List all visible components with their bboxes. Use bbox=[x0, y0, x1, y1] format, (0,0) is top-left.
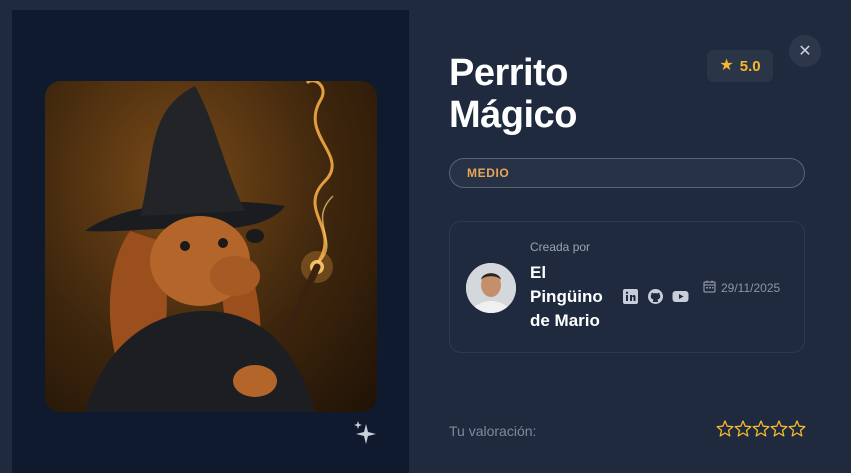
created-by-label: Creada por bbox=[530, 240, 591, 254]
recipe-modal: ✕ Perrito Mágico ★ 5.0 MEDIO Creada por … bbox=[0, 0, 851, 473]
calendar-icon bbox=[703, 280, 716, 296]
rating-badge: ★ 5.0 bbox=[707, 50, 773, 82]
close-button[interactable]: ✕ bbox=[789, 35, 821, 67]
rating-value: 5.0 bbox=[739, 57, 761, 75]
social-links bbox=[622, 288, 689, 305]
image-panel bbox=[12, 10, 409, 473]
recipe-title: Perrito Mágico bbox=[449, 52, 577, 136]
rate-star-2[interactable] bbox=[734, 419, 752, 439]
your-rating-label: Tu valoración: bbox=[449, 423, 537, 439]
rate-star-5[interactable] bbox=[788, 419, 806, 439]
github-icon[interactable] bbox=[647, 288, 664, 305]
sparkle-icon[interactable] bbox=[353, 420, 377, 448]
linkedin-icon[interactable] bbox=[622, 288, 639, 305]
date-text: 29/11/2025 bbox=[721, 281, 781, 295]
author-card: Creada por El Pingüino de Mario 29/11/20… bbox=[449, 221, 805, 353]
close-icon: ✕ bbox=[798, 43, 812, 60]
avatar[interactable] bbox=[466, 263, 516, 313]
author-name[interactable]: El Pingüino de Mario bbox=[530, 261, 620, 333]
creation-date: 29/11/2025 bbox=[703, 280, 780, 296]
rating-input bbox=[716, 419, 806, 439]
youtube-icon[interactable] bbox=[672, 288, 689, 305]
recipe-image bbox=[45, 81, 377, 412]
rate-star-4[interactable] bbox=[770, 419, 788, 439]
rate-star-1[interactable] bbox=[716, 419, 734, 439]
star-icon: ★ bbox=[719, 57, 734, 74]
rate-star-3[interactable] bbox=[752, 419, 770, 439]
difficulty-badge: MEDIO bbox=[449, 158, 805, 188]
